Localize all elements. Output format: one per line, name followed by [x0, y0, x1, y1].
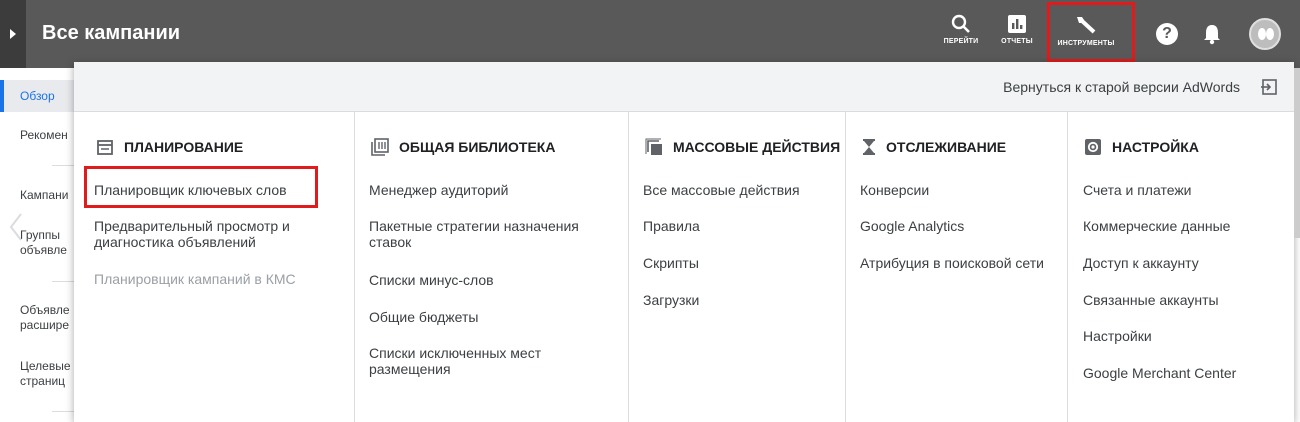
reports-icon: [1008, 15, 1026, 33]
old-version-link[interactable]: Вернуться к старой версии AdWords: [1003, 79, 1240, 95]
sidebar-item-ad-groups-2[interactable]: объявле: [0, 243, 74, 258]
column-title: ОБЩАЯ БИБЛИОТЕКА: [399, 139, 556, 155]
column-title: МАССОВЫЕ ДЕЙСТВИЯ: [673, 139, 841, 155]
avatar-eye-left: [1258, 28, 1266, 40]
hourglass-icon: [863, 139, 875, 155]
menu-item-rules[interactable]: Правила: [643, 218, 700, 234]
tools-menu-header: Вернуться к старой версии AdWords: [74, 62, 1294, 112]
reports-label: ОТЧЕТЫ: [1001, 38, 1033, 45]
expand-arrow-icon: [10, 29, 16, 39]
copy-icon: [645, 138, 662, 155]
menu-item-display-planner: Планировщик кампаний в КМС: [94, 271, 296, 287]
menu-item-negative-keywords[interactable]: Списки минус-слов: [369, 272, 494, 288]
menu-item-preferences[interactable]: Настройки: [1083, 328, 1152, 344]
page-scrollbar[interactable]: [1294, 68, 1300, 238]
sidebar-item-overview[interactable]: Обзор: [0, 80, 74, 112]
column-header-shared-library: ОБЩАЯ БИБЛИОТЕКА: [371, 138, 555, 156]
tools-menu-panel: Вернуться к старой версии AdWords ПЛАНИР…: [74, 62, 1294, 422]
exit-icon[interactable]: [1260, 78, 1278, 96]
go-label: ПЕРЕЙТИ: [943, 38, 979, 45]
sidebar-item-recommendations[interactable]: Рекомен: [0, 128, 74, 143]
calendar-icon: [97, 140, 113, 155]
help-icon[interactable]: ?: [1156, 23, 1178, 45]
menu-item-ad-preview[interactable]: Предварительный просмотр и диагностика о…: [94, 218, 329, 250]
menu-item-search-attribution[interactable]: Атрибуция в поисковой сети: [860, 255, 1044, 271]
column-setup: НАСТРОЙКА Счета и платежи Коммерческие д…: [1067, 112, 1294, 422]
sidebar-item-campaigns[interactable]: Кампани: [0, 188, 74, 203]
sidebar-item-ads-2[interactable]: расшире: [0, 318, 74, 333]
menu-item-placement-exclusions[interactable]: Списки исключенных мест размещения: [369, 345, 569, 377]
sidebar-item-ads[interactable]: Объявле: [0, 303, 74, 318]
menu-item-business-data[interactable]: Коммерческие данные: [1083, 218, 1230, 234]
chevron-left-icon[interactable]: [8, 212, 24, 242]
sidebar-divider: [52, 411, 74, 412]
menu-item-linked-accounts[interactable]: Связанные аккаунты: [1083, 292, 1219, 308]
menu-item-audience-manager[interactable]: Менеджер аудиторий: [369, 182, 508, 198]
go-button[interactable]: ПЕРЕЙТИ: [940, 14, 982, 58]
top-bar: Все кампании ПЕРЕЙТИ ОТЧЕТЫ ИНСТРУМЕНТЫ …: [0, 0, 1300, 68]
sidebar-divider: [52, 281, 74, 282]
keyword-planner-highlight-box: [84, 166, 318, 208]
menu-item-merchant-center[interactable]: Google Merchant Center: [1083, 365, 1236, 381]
column-planning: ПЛАНИРОВАНИЕ Планировщик ключевых слов П…: [74, 112, 354, 422]
column-header-bulk-actions: МАССОВЫЕ ДЕЙСТВИЯ: [645, 138, 840, 156]
column-title: НАСТРОЙКА: [1112, 139, 1199, 155]
column-header-measurement: ОТСЛЕЖИВАНИЕ: [862, 138, 1006, 156]
column-title: ОТСЛЕЖИВАНИЕ: [886, 139, 1007, 155]
page-title: Все кампании: [42, 22, 181, 44]
menu-item-google-analytics[interactable]: Google Analytics: [860, 218, 964, 234]
menu-item-scripts[interactable]: Скрипты: [643, 255, 699, 271]
search-icon: [951, 14, 970, 33]
sidebar-toggle-button[interactable]: [0, 0, 26, 68]
left-sidebar: Обзор Рекомен Кампани Группы объявле Объ…: [0, 68, 74, 422]
column-header-setup: НАСТРОЙКА: [1084, 138, 1199, 156]
menu-item-account-access[interactable]: Доступ к аккаунту: [1083, 255, 1199, 271]
column-bulk-actions: МАССОВЫЕ ДЕЙСТВИЯ Все массовые действия …: [628, 112, 845, 422]
menu-item-uploads[interactable]: Загрузки: [643, 292, 699, 308]
column-header-planning: ПЛАНИРОВАНИЕ: [96, 138, 243, 156]
column-measurement: ОТСЛЕЖИВАНИЕ Конверсии Google Analytics …: [845, 112, 1067, 422]
column-shared-library: ОБЩАЯ БИБЛИОТЕКА Менеджер аудиторий Паке…: [354, 112, 628, 422]
sidebar-divider: [52, 165, 74, 166]
reports-button[interactable]: ОТЧЕТЫ: [997, 14, 1037, 58]
gear-icon: [1085, 139, 1101, 155]
avatar[interactable]: [1249, 18, 1281, 50]
column-title: ПЛАНИРОВАНИЕ: [124, 139, 244, 155]
avatar-eye-right: [1266, 28, 1274, 40]
menu-item-portfolio-bid[interactable]: Пакетные стратегии назначения ставок: [369, 218, 604, 250]
bell-icon[interactable]: [1202, 23, 1222, 45]
menu-item-all-bulk-actions[interactable]: Все массовые действия: [643, 182, 800, 198]
tools-highlight-box: [1047, 2, 1135, 62]
menu-item-billing[interactable]: Счета и платежи: [1083, 182, 1192, 198]
sidebar-item-landing[interactable]: Целевые: [0, 359, 74, 374]
menu-item-shared-budgets[interactable]: Общие бюджеты: [369, 309, 478, 325]
sidebar-item-landing-2[interactable]: страниц: [0, 374, 74, 389]
menu-item-conversions[interactable]: Конверсии: [860, 182, 929, 198]
library-icon: [371, 138, 389, 156]
